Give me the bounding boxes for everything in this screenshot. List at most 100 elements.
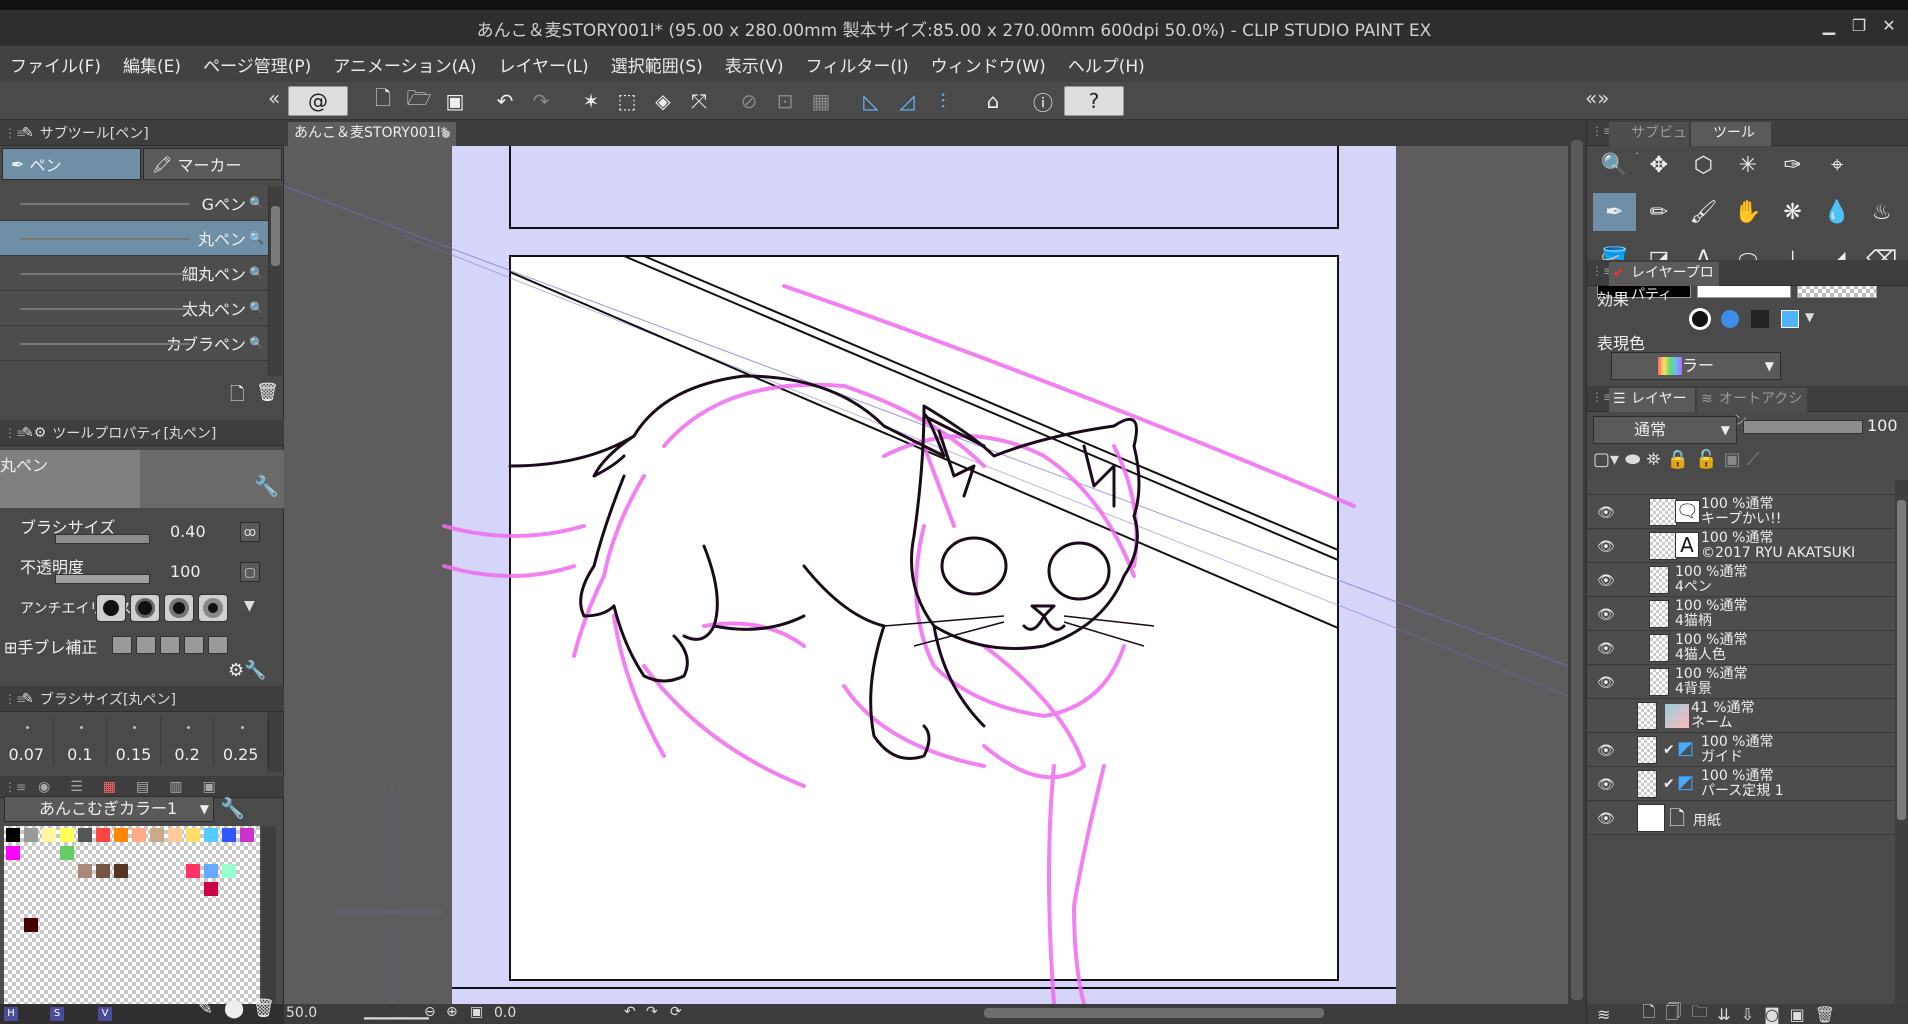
antialias-strong-button[interactable] [198, 594, 228, 622]
layer-opacity-slider[interactable] [1743, 420, 1863, 434]
zoom-value[interactable]: 50.0 [286, 1005, 317, 1021]
brush-size-slider[interactable] [55, 534, 150, 544]
fill-icon[interactable]: ◈ [648, 86, 678, 116]
transfer-down-icon[interactable]: ⇊ [1717, 1005, 1730, 1024]
brush-item-futo-maru-pen[interactable]: 太丸ペン 🔍 [0, 291, 268, 326]
brush-size-preset[interactable]: 0.2 [161, 716, 215, 766]
layer-row[interactable]: 👁 🗨 100 %通常 キープかい!! [1587, 496, 1895, 529]
intermediate-color-tab-icon[interactable]: ▤ [136, 779, 149, 795]
zoom-in-icon[interactable]: ⊕ [446, 1004, 458, 1020]
undo-icon[interactable]: ↶ [490, 86, 520, 116]
menu-filter[interactable]: フィルター(I) [806, 52, 909, 77]
opacity-slider[interactable] [55, 574, 150, 584]
settings-icon[interactable]: 🔍 [249, 301, 264, 315]
stabilization-seg-1[interactable] [112, 636, 132, 654]
close-tab-icon[interactable] [442, 130, 450, 138]
color-swatch[interactable] [96, 864, 110, 878]
save-icon[interactable]: ▣ [440, 86, 470, 116]
lock-transparency-icon[interactable]: 🔓 [1695, 449, 1717, 470]
color-swatch[interactable] [6, 828, 20, 842]
color-swatch[interactable] [222, 864, 236, 878]
zoom-slider[interactable]: ▁▁▁▁▁▁ [364, 1004, 429, 1020]
panel-grip-icon[interactable]: ⋮≡ [4, 780, 26, 794]
hand-tool-icon[interactable]: ✋ [1726, 193, 1770, 232]
pressure-icon[interactable]: ꝏ [240, 522, 260, 542]
eye-icon[interactable]: 👁 [1597, 675, 1615, 691]
effect-tone-icon[interactable] [1747, 306, 1773, 332]
tab-tool[interactable]: ツール [1691, 122, 1771, 146]
eye-icon[interactable]: 👁 [1597, 607, 1615, 623]
layer-row[interactable]: 👁 A 100 %通常 ©2017 RYU AKATSUKI [1587, 530, 1895, 563]
spiral-icon[interactable]: @ [288, 86, 348, 116]
wrench-icon[interactable]: ⚙🔧 [228, 660, 267, 681]
panel-grip-icon[interactable]: ⋮≡ [4, 692, 26, 706]
color-swatch[interactable] [78, 864, 92, 878]
zoom-tool-icon[interactable]: 🔍 [1593, 146, 1636, 184]
opacity-toggle-icon[interactable]: ▢ [240, 562, 260, 582]
brush-tool-icon[interactable]: 🖌 [1682, 193, 1725, 232]
copy-subtool-icon[interactable]: 🗋 [230, 382, 244, 412]
info-icon[interactable]: ⓘ [1028, 86, 1058, 116]
color-swatch[interactable] [132, 828, 146, 842]
minimize-button[interactable]: ▁ [1816, 14, 1842, 38]
snap-icon[interactable]: ◿ [892, 86, 922, 116]
operation-tool-icon[interactable]: ⬡ [1682, 146, 1725, 184]
stabilization-seg-5[interactable] [208, 636, 228, 654]
menu-view[interactable]: 表示(V) [725, 52, 784, 77]
menu-window[interactable]: ウィンドウ(W) [931, 52, 1046, 77]
clear-icon[interactable]: ✶ [576, 86, 606, 116]
antialias-weak-button[interactable] [130, 594, 160, 622]
collapse-left-icon[interactable]: « [268, 86, 280, 110]
view-icon[interactable]: ⌂ [978, 86, 1008, 116]
trash-icon[interactable]: 🗑 [256, 382, 279, 403]
layer-row[interactable]: 👁 100 %通常 4ペン [1587, 564, 1895, 597]
move-tool-icon[interactable]: ✥ [1637, 146, 1681, 184]
reference-icon[interactable]: ⛯ [1646, 449, 1660, 470]
grid-icon[interactable]: ▦ [806, 86, 836, 116]
color-palette[interactable] [4, 826, 260, 1004]
canvas[interactable] [284, 146, 1568, 1004]
trash-icon[interactable]: 🗑 [252, 998, 275, 1019]
brush-item-g-pen[interactable]: Gペン 🔍 [0, 186, 268, 221]
document-tab[interactable]: あんこ＆麦STORY001l* [288, 122, 456, 146]
pencil-tool-icon[interactable]: ✏ [1637, 193, 1681, 232]
lock-icon[interactable]: 🔒 [1667, 449, 1689, 470]
chevron-down-icon[interactable]: ▼ [1805, 310, 1814, 324]
open-icon[interactable]: 🗁 [404, 86, 434, 116]
trash-icon[interactable]: 🗑 [1815, 1005, 1835, 1024]
close-button[interactable]: ✕ [1876, 14, 1902, 38]
brush-size-value[interactable]: 0.40 [170, 522, 206, 541]
tab-marker[interactable]: 🖍 マーカー [143, 148, 282, 180]
layer-color-icon[interactable]: ▢▾ [1593, 449, 1619, 470]
effect-layer-color-icon[interactable] [1777, 306, 1803, 332]
chevron-down-icon[interactable]: ▼ [244, 598, 255, 614]
pen-tool-icon[interactable]: ✒ [1593, 193, 1636, 232]
color-swatch[interactable] [204, 882, 218, 896]
layer-row[interactable]: 41 %通常 ネーム [1587, 700, 1895, 733]
color-swatch[interactable] [204, 864, 218, 878]
menu-layer[interactable]: レイヤー(L) [498, 52, 588, 77]
new-folder-icon[interactable]: 🗀 [1691, 1001, 1707, 1024]
effect-border-icon[interactable] [1687, 306, 1713, 332]
ruler-display-icon[interactable]: ⟋ [1747, 449, 1760, 470]
transform-icon[interactable]: ⤧ [684, 86, 714, 116]
eyedropper-tool-icon[interactable]: ⌖ [1815, 146, 1859, 184]
brush-list-scrollbar[interactable] [268, 186, 282, 376]
color-set-tab-icon[interactable]: ▦ [103, 779, 116, 795]
wrench-icon[interactable]: 🔧 [220, 796, 245, 820]
settings-icon[interactable]: 🔍 [249, 231, 264, 245]
new-raster-layer-icon[interactable]: 🗋 [1642, 1001, 1655, 1024]
eyedropper-icon[interactable]: ✎ [198, 998, 213, 1019]
panel-grip-icon[interactable]: ⋮≡ [4, 426, 26, 440]
color-swatch[interactable] [186, 828, 200, 842]
ruler-check-icon[interactable]: ✔ [1663, 776, 1675, 792]
color-swatch[interactable] [24, 918, 38, 932]
menu-edit[interactable]: 編集(E) [123, 52, 181, 77]
menu-animation[interactable]: アニメーション(A) [333, 52, 476, 77]
eye-icon[interactable]: 👁 [1597, 505, 1615, 521]
color-swatch[interactable] [42, 828, 56, 842]
maximize-button[interactable]: ❐ [1846, 14, 1872, 38]
add-color-icon[interactable]: ⬤ [224, 998, 244, 1019]
layer-scrollbar[interactable] [1895, 480, 1908, 1004]
clear-outside-icon[interactable]: ⬚ [612, 86, 642, 116]
